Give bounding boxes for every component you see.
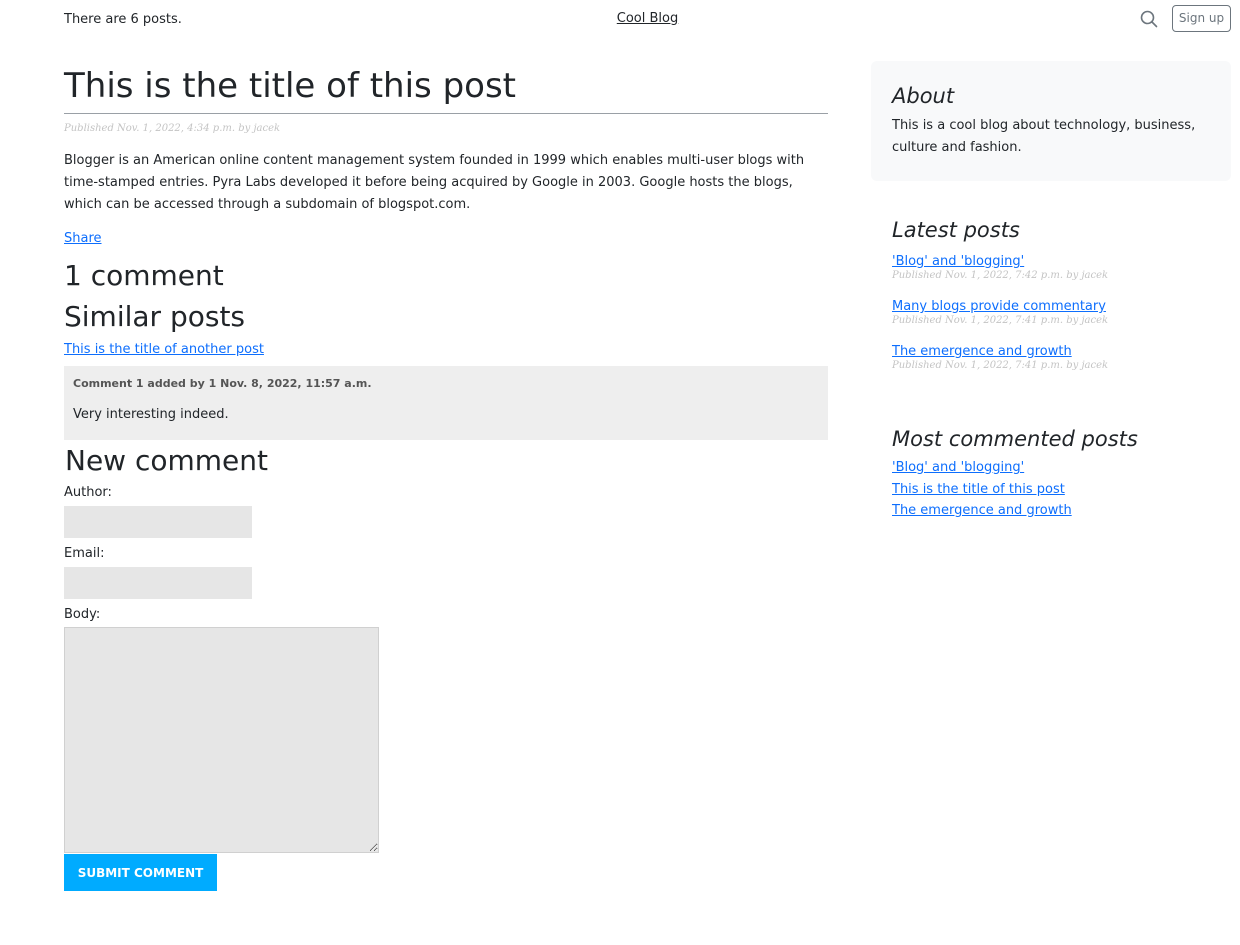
latest-posts-section: Latest posts 'Blog' and 'blogging' Publi… bbox=[871, 216, 1231, 371]
comment-text: Very interesting indeed. bbox=[73, 407, 229, 422]
most-commented-link[interactable]: This is the title of this post bbox=[892, 479, 1231, 501]
latest-post-item: The emergence and growth Published Nov. … bbox=[892, 340, 1231, 371]
signup-button[interactable]: Sign up bbox=[1172, 5, 1231, 32]
most-commented-list: 'Blog' and 'blogging' This is the title … bbox=[892, 457, 1231, 522]
latest-post-link[interactable]: Many blogs provide commentary bbox=[892, 299, 1106, 314]
post-body: Blogger is an American online content ma… bbox=[64, 153, 805, 212]
comment-form: Author: Email: Body: SUBMIT COMMENT bbox=[64, 485, 828, 891]
comment-info: Comment 1 added by 1 Nov. 8, 2022, 11:57… bbox=[73, 377, 372, 390]
blog-title-link[interactable]: Cool Blog bbox=[600, 11, 695, 26]
author-input[interactable] bbox=[64, 506, 252, 538]
share-link[interactable]: Share bbox=[64, 231, 102, 246]
similar-post-link[interactable]: This is the title of another post bbox=[64, 342, 264, 357]
latest-post-meta: Published Nov. 1, 2022, 7:41 p.m. by jac… bbox=[892, 360, 1109, 371]
most-commented-link[interactable]: The emergence and growth bbox=[892, 500, 1231, 522]
most-commented-link[interactable]: 'Blog' and 'blogging' bbox=[892, 457, 1231, 479]
search-icon[interactable] bbox=[1138, 8, 1160, 30]
latest-post-link[interactable]: The emergence and growth bbox=[892, 344, 1072, 359]
post-meta: Published Nov. 1, 2022, 4:34 p.m. by jac… bbox=[64, 123, 281, 134]
latest-post-meta: Published Nov. 1, 2022, 7:42 p.m. by jac… bbox=[892, 270, 1109, 281]
latest-post-meta: Published Nov. 1, 2022, 7:41 p.m. by jac… bbox=[892, 315, 1109, 326]
comments-heading: 1 comment bbox=[64, 259, 224, 292]
most-commented-heading: Most commented posts bbox=[892, 427, 1138, 451]
new-comment-heading: New comment bbox=[65, 444, 268, 477]
submit-comment-button[interactable]: SUBMIT COMMENT bbox=[64, 854, 217, 891]
about-box: About This is a cool blog about technolo… bbox=[871, 61, 1231, 181]
latest-post-item: Many blogs provide commentary Published … bbox=[892, 295, 1231, 326]
body-label: Body: bbox=[64, 607, 101, 622]
email-input[interactable] bbox=[64, 567, 252, 599]
main-content: This is the title of this post Published… bbox=[64, 44, 828, 891]
email-label: Email: bbox=[64, 546, 105, 561]
comment-item: Comment 1 added by 1 Nov. 8, 2022, 11:57… bbox=[64, 366, 828, 440]
latest-post-item: 'Blog' and 'blogging' Published Nov. 1, … bbox=[892, 250, 1231, 281]
top-bar: There are 6 posts. Cool Blog Sign up bbox=[0, 0, 1240, 44]
post-count-text: There are 6 posts. bbox=[64, 12, 182, 27]
post-title: This is the title of this post bbox=[64, 66, 828, 114]
most-commented-section: Most commented posts 'Blog' and 'bloggin… bbox=[871, 425, 1231, 522]
latest-post-link[interactable]: 'Blog' and 'blogging' bbox=[892, 254, 1024, 269]
about-text: This is a cool blog about technology, bu… bbox=[892, 118, 1196, 155]
author-label: Author: bbox=[64, 485, 112, 500]
body-textarea[interactable] bbox=[64, 627, 379, 853]
similar-posts-heading: Similar posts bbox=[64, 300, 246, 333]
sidebar: About This is a cool blog about technolo… bbox=[871, 61, 1231, 522]
about-heading: About bbox=[892, 84, 955, 108]
latest-posts-heading: Latest posts bbox=[892, 218, 1020, 242]
